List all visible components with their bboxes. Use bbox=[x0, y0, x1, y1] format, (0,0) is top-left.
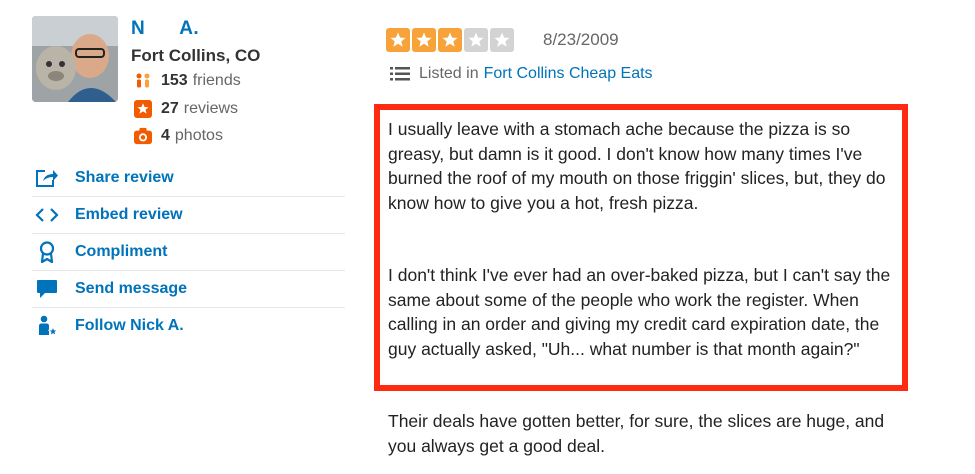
listed-in: Listed in Fort Collins Cheap Eats bbox=[390, 65, 653, 83]
friends-label: friends bbox=[192, 72, 241, 89]
reviews-label: reviews bbox=[183, 100, 239, 117]
user-name[interactable]: N A. bbox=[131, 18, 199, 40]
embed-review-label: Embed review bbox=[75, 206, 183, 223]
review-date: 8/23/2009 bbox=[543, 30, 619, 49]
photos-label: photos bbox=[174, 127, 223, 144]
follow-user-label: Follow Nick A. bbox=[75, 317, 184, 334]
star-badge-icon bbox=[134, 100, 152, 118]
list-link[interactable]: Fort Collins Cheap Eats bbox=[484, 65, 653, 83]
list-icon bbox=[390, 67, 410, 81]
avatar-photo bbox=[32, 16, 118, 102]
user-avatar[interactable] bbox=[32, 16, 118, 102]
follow-user-link[interactable]: Follow Nick A. bbox=[32, 308, 345, 344]
friends-icon bbox=[134, 72, 152, 90]
reviews-count: 27 bbox=[161, 100, 179, 117]
friends-stat: 153 friends bbox=[134, 72, 241, 90]
star-filled-icon bbox=[412, 28, 436, 52]
review-paragraph-2: I don't think I've ever had an over-bake… bbox=[388, 265, 891, 359]
share-review-link[interactable]: Share review bbox=[32, 160, 345, 197]
review-paragraph-1: I usually leave with a stomach ache beca… bbox=[388, 119, 886, 213]
share-review-label: Share review bbox=[75, 169, 174, 186]
review-paragraph-3: Their deals have gotten better, for sure… bbox=[388, 411, 885, 456]
compliment-link[interactable]: Compliment bbox=[32, 234, 345, 271]
friends-count: 153 bbox=[161, 72, 188, 89]
camera-icon bbox=[134, 127, 152, 145]
star-filled-icon bbox=[386, 28, 410, 52]
star-rating bbox=[386, 28, 516, 52]
star-empty-icon bbox=[490, 28, 514, 52]
send-message-link[interactable]: Send message bbox=[32, 271, 345, 308]
embed-review-link[interactable]: Embed review bbox=[32, 197, 345, 234]
user-location: Fort Collins, CO bbox=[131, 46, 261, 65]
star-filled-icon bbox=[438, 28, 462, 52]
share-icon bbox=[34, 167, 60, 189]
star-empty-icon bbox=[464, 28, 488, 52]
send-message-label: Send message bbox=[75, 280, 188, 297]
photos-count: 4 bbox=[161, 127, 170, 144]
message-icon bbox=[34, 278, 60, 300]
listed-prefix: Listed in bbox=[419, 65, 479, 82]
review-actions: Share review Embed review Compliment Sen… bbox=[32, 160, 345, 344]
photos-stat: 4 photos bbox=[134, 127, 223, 145]
embed-icon bbox=[34, 204, 60, 226]
award-icon bbox=[34, 241, 60, 263]
follow-icon bbox=[34, 315, 60, 337]
compliment-label: Compliment bbox=[75, 243, 168, 260]
reviews-stat: 27 reviews bbox=[134, 100, 238, 118]
